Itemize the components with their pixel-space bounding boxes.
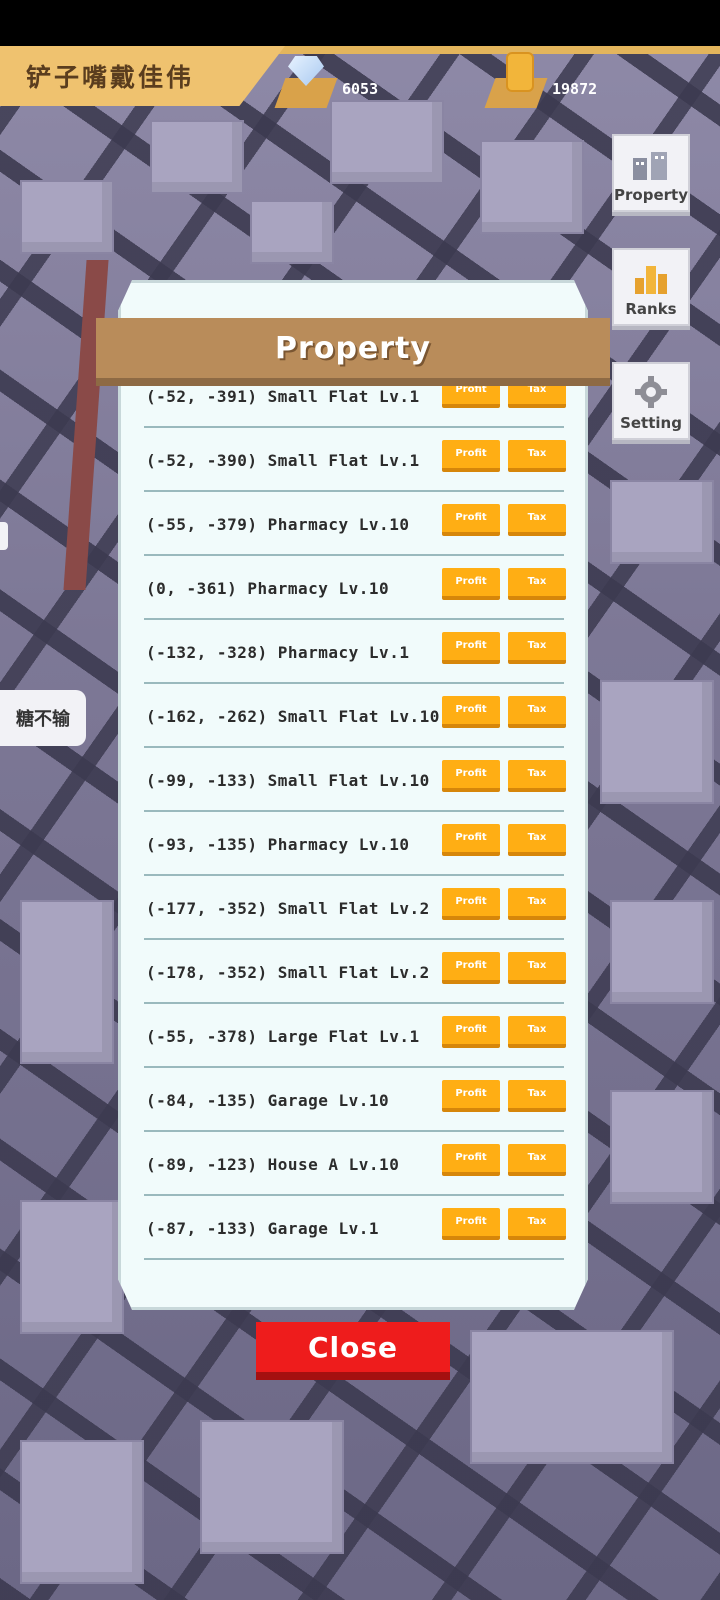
property-row: (-99, -133) Small Flat Lv.10 Profit Tax [144, 748, 566, 812]
tax-button[interactable]: Tax [508, 696, 566, 728]
property-row: (-84, -135) Garage Lv.10 Profit Tax [144, 1068, 566, 1132]
ranks-icon [635, 266, 667, 294]
property-row: (-93, -135) Pharmacy Lv.10 Profit Tax [144, 812, 566, 876]
property-row-label: (-162, -262) Small Flat Lv.10 [146, 706, 440, 726]
ranks-side-button[interactable]: Ranks [612, 248, 690, 326]
buildings-icon [633, 152, 667, 180]
close-button-label: Close [307, 1330, 399, 1364]
player-name: 铲子嘴戴佳伟 [26, 63, 195, 92]
profit-button[interactable]: Profit [442, 504, 500, 536]
property-side-label: Property [614, 186, 688, 204]
property-row: (-55, -379) Pharmacy Lv.10 Profit Tax [144, 492, 566, 556]
tax-button[interactable]: Tax [508, 952, 566, 984]
property-row-label: (-55, -379) Pharmacy Lv.10 [146, 514, 410, 534]
property-row-label: (-178, -352) Small Flat Lv.2 [146, 962, 430, 982]
property-row: (-177, -352) Small Flat Lv.2 Profit Tax [144, 876, 566, 940]
tax-button[interactable]: Tax [508, 568, 566, 600]
profit-button[interactable]: Profit [442, 632, 500, 664]
property-row-label: (-89, -123) House A Lv.10 [146, 1154, 400, 1174]
property-row: (-52, -390) Small Flat Lv.1 Profit Tax [144, 428, 566, 492]
chat-bubble[interactable]: 糖不输 [0, 690, 86, 746]
property-row-label: (-93, -135) Pharmacy Lv.10 [146, 834, 410, 854]
close-button[interactable]: Close [256, 1322, 450, 1380]
property-row-label: (-52, -390) Small Flat Lv.1 [146, 450, 420, 470]
property-row-label: (-87, -133) Garage Lv.1 [146, 1218, 380, 1238]
property-row-label: (-52, -391) Small Flat Lv.1 [146, 386, 420, 406]
property-row: (0, -361) Pharmacy Lv.10 Profit Tax [144, 556, 566, 620]
property-row-label: (-99, -133) Small Flat Lv.10 [146, 770, 430, 790]
tax-button[interactable]: Tax [508, 386, 566, 408]
diamond-value: 6053 [342, 80, 379, 98]
chat-bubble-small[interactable] [0, 522, 8, 550]
panel-title-text: Property [275, 330, 431, 366]
tax-button[interactable]: Tax [508, 1208, 566, 1240]
gear-icon [635, 376, 667, 408]
property-row: (-132, -328) Pharmacy Lv.1 Profit Tax [144, 620, 566, 684]
status-bar [0, 0, 720, 46]
profit-button[interactable]: Profit [442, 696, 500, 728]
tower [63, 260, 109, 590]
profit-button[interactable]: Profit [442, 386, 500, 408]
property-row: (-55, -378) Large Flat Lv.1 Profit Tax [144, 1004, 566, 1068]
property-row-label: (-177, -352) Small Flat Lv.2 [146, 898, 430, 918]
property-row-label: (-84, -135) Garage Lv.10 [146, 1090, 390, 1110]
property-row-label: (-55, -378) Large Flat Lv.1 [146, 1026, 420, 1046]
chat-bubble-text: 糖不输 [16, 709, 70, 730]
tax-button[interactable]: Tax [508, 632, 566, 664]
ranks-side-label: Ranks [625, 300, 677, 318]
setting-side-button[interactable]: Setting [612, 362, 690, 440]
profit-button[interactable]: Profit [442, 1080, 500, 1112]
profit-button[interactable]: Profit [442, 1208, 500, 1240]
tax-button[interactable]: Tax [508, 1080, 566, 1112]
property-row: (-89, -123) House A Lv.10 Profit Tax [144, 1132, 566, 1196]
tax-button[interactable]: Tax [508, 824, 566, 856]
player-name-banner[interactable]: 铲子嘴戴佳伟 [0, 46, 285, 106]
property-row: (-178, -352) Small Flat Lv.2 Profit Tax [144, 940, 566, 1004]
profit-button[interactable]: Profit [442, 568, 500, 600]
profit-button[interactable]: Profit [442, 1016, 500, 1048]
property-row: (-87, -133) Garage Lv.1 Profit Tax [144, 1196, 566, 1260]
profit-button[interactable]: Profit [442, 824, 500, 856]
property-list[interactable]: (-52, -391) Small Flat Lv.1 Profit Tax (-52… [144, 386, 568, 1266]
tax-button[interactable]: Tax [508, 504, 566, 536]
profit-button[interactable]: Profit [442, 888, 500, 920]
property-row-label: (-132, -328) Pharmacy Lv.1 [146, 642, 410, 662]
profit-button[interactable]: Profit [442, 440, 500, 472]
tax-button[interactable]: Tax [508, 888, 566, 920]
profit-button[interactable]: Profit [442, 952, 500, 984]
tax-button[interactable]: Tax [508, 1144, 566, 1176]
panel-title: Property [96, 318, 610, 386]
profit-button[interactable]: Profit [442, 1144, 500, 1176]
tax-button[interactable]: Tax [508, 760, 566, 792]
tax-button[interactable]: Tax [508, 440, 566, 472]
property-row: (-162, -262) Small Flat Lv.10 Profit Tax [144, 684, 566, 748]
tax-button[interactable]: Tax [508, 1016, 566, 1048]
profit-button[interactable]: Profit [442, 760, 500, 792]
setting-side-label: Setting [620, 414, 682, 432]
coin-value: 19872 [552, 80, 598, 98]
property-row: (-52, -391) Small Flat Lv.1 Profit Tax [144, 386, 566, 428]
property-row-label: (0, -361) Pharmacy Lv.10 [146, 578, 390, 598]
property-side-button[interactable]: Property [612, 134, 690, 212]
coin-icon [506, 52, 534, 92]
